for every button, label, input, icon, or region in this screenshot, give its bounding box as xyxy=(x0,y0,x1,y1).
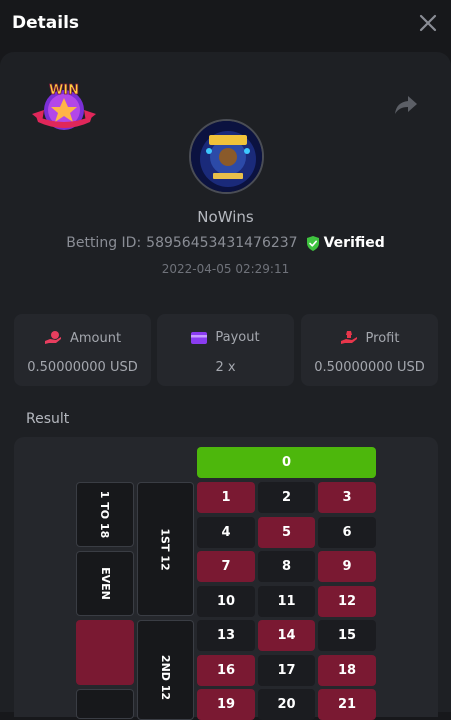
number-cell-10: 10 xyxy=(197,585,255,617)
betting-id-label: Betting ID: xyxy=(66,235,142,251)
number-cell-12: 12 xyxy=(318,585,376,617)
profit-value: 0.50000000 USD xyxy=(314,360,425,375)
wallet-card-icon xyxy=(191,331,208,344)
outside-label-even: EVEN xyxy=(98,567,112,600)
number-cell-15: 15 xyxy=(318,620,376,651)
payout-value: 2 x xyxy=(215,360,236,375)
amount-value: 0.50000000 USD xyxy=(27,360,138,375)
verified-shield-icon xyxy=(306,235,319,251)
details-header: Details xyxy=(0,0,451,46)
number-cell-7: 7 xyxy=(197,551,255,582)
number-cell-16: 16 xyxy=(197,654,255,686)
profit-card: Profit 0.50000000 USD xyxy=(301,314,438,386)
amount-card: Amount 0.50000000 USD xyxy=(14,314,151,386)
number-cell-13: 13 xyxy=(197,620,255,651)
username: NoWins xyxy=(197,208,254,226)
outside-bet-1-to-18: 1 TO 18 xyxy=(76,482,134,547)
number-cell-19: 19 xyxy=(197,689,255,720)
dozen-bet-1st-12: 1ST 12 xyxy=(137,482,194,616)
betting-id-row: Betting ID: 58956453431476237 Verified xyxy=(0,235,451,251)
page-title: Details xyxy=(12,13,80,33)
dozen-bet-2nd-12: 2ND 12 xyxy=(137,620,194,720)
share-icon[interactable] xyxy=(394,94,418,116)
payout-label: Payout xyxy=(215,330,260,345)
close-icon[interactable] xyxy=(418,13,438,33)
outside-bet-even: EVEN xyxy=(76,551,134,616)
number-cell-18: 18 xyxy=(318,654,376,686)
avatar xyxy=(189,119,264,194)
outside-label-1-to-18: 1 TO 18 xyxy=(98,490,112,539)
bet-timestamp: 2022-04-05 02:29:11 xyxy=(161,262,290,276)
profit-label: Profit xyxy=(365,330,400,346)
number-cell-6: 6 xyxy=(318,516,376,548)
coin-hand-icon xyxy=(44,331,61,344)
number-cell-3: 3 xyxy=(318,482,376,513)
dozen-label-1st-12: 1ST 12 xyxy=(159,527,172,571)
number-cell-9: 9 xyxy=(318,551,376,582)
number-cell-0: 0 xyxy=(197,447,376,478)
result-label: Result xyxy=(26,411,70,427)
outside-bet-black xyxy=(76,689,134,719)
amount-label: Amount xyxy=(69,330,122,346)
verified-label: Verified xyxy=(323,235,385,251)
badge-text: WIN xyxy=(49,83,79,98)
payout-card: Payout 2 x xyxy=(157,314,294,386)
dozen-label-2nd-12: 2ND 12 xyxy=(158,654,172,701)
number-cell-8: 8 xyxy=(258,551,315,582)
number-cell-20: 20 xyxy=(258,689,315,720)
betting-id-value: 58956453431476237 xyxy=(146,235,298,251)
outside-bet-red xyxy=(76,620,134,685)
win-badge-icon: WIN xyxy=(32,83,96,130)
number-cell-21: 21 xyxy=(318,689,376,720)
number-cell-4: 4 xyxy=(197,516,255,548)
profit-hand-icon xyxy=(340,331,357,344)
number-cell-1: 1 xyxy=(197,482,255,513)
number-cell-5: 5 xyxy=(258,516,315,548)
number-cell-2: 2 xyxy=(258,482,315,513)
number-cell-17: 17 xyxy=(258,654,315,686)
number-cell-14: 14 xyxy=(258,620,315,651)
number-cell-11: 11 xyxy=(258,585,315,617)
